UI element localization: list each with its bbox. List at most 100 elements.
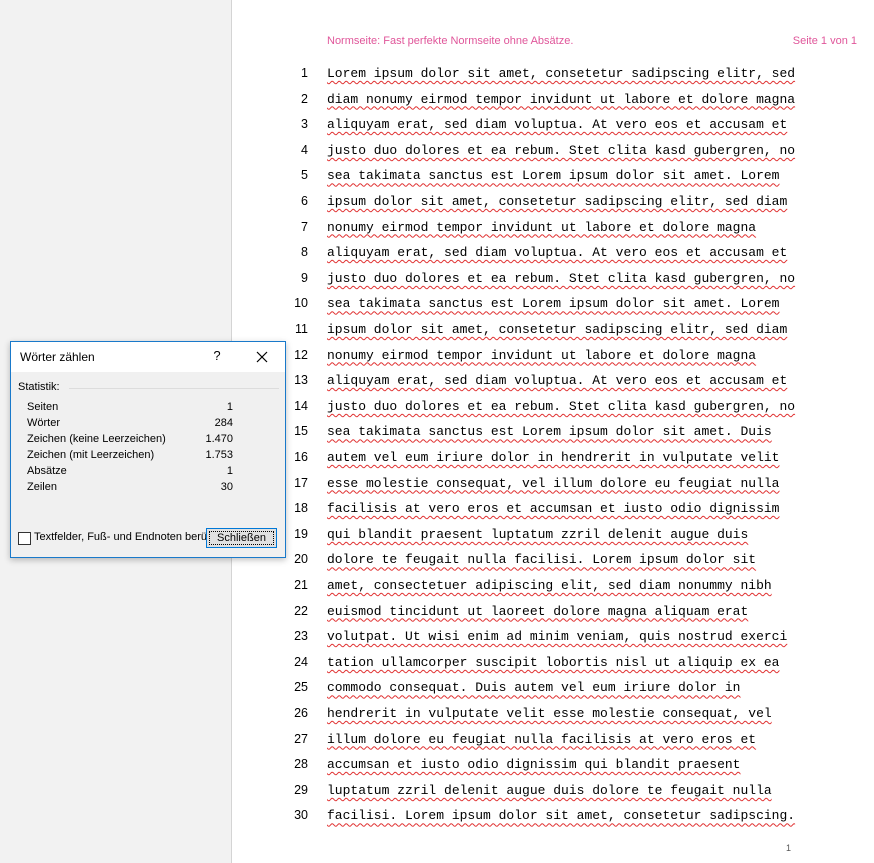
document-line[interactable]: 12 nonumy eirmod tempor invidunt ut labor… xyxy=(232,348,874,374)
line-text[interactable]: volutpat. Ut wisi enim ad minim veniam, … xyxy=(327,629,787,644)
page-header-title: Normseite: Fast perfekte Normseite ohne … xyxy=(327,35,574,47)
line-text[interactable]: Lorem ipsum dolor sit amet, consetetur s… xyxy=(327,66,795,81)
line-text[interactable]: diam nonumy eirmod tempor invidunt ut la… xyxy=(327,92,795,107)
document-line[interactable]: 9 justo duo dolores et ea rebum. Stet cli… xyxy=(232,271,874,297)
stat-value-paragraphs: 1 xyxy=(226,465,233,477)
document-line[interactable]: 20 dolore te feugait nulla facilisi. Lore… xyxy=(232,552,874,578)
line-number: 24 xyxy=(294,654,308,669)
line-text[interactable]: aliquyam erat, sed diam voluptua. At ver… xyxy=(327,117,787,132)
group-divider xyxy=(69,388,279,389)
document-line[interactable]: 17 esse molestie consequat, vel illum dol… xyxy=(232,476,874,502)
line-number: 28 xyxy=(294,757,308,772)
dialog-titlebar[interactable]: Wörter zählen ? xyxy=(11,342,285,372)
statistics-group-label: Statistik: xyxy=(18,381,60,393)
line-text[interactable]: nonumy eirmod tempor invidunt ut labore … xyxy=(327,348,756,363)
line-number: 8 xyxy=(301,245,308,260)
close-button[interactable]: Schließen xyxy=(206,528,277,548)
word-count-dialog: Wörter zählen ? Statistik: Seiten 1 Wört… xyxy=(10,341,286,558)
line-text[interactable]: accumsan et iusto odio dignissim qui bla… xyxy=(327,757,740,772)
document-line[interactable]: 14 justo duo dolores et ea rebum. Stet cl… xyxy=(232,399,874,425)
stat-value-lines: 30 xyxy=(220,481,233,493)
help-button[interactable]: ? xyxy=(208,348,226,366)
include-textboxes-checkbox[interactable] xyxy=(18,532,31,545)
document-line[interactable]: 15 sea takimata sanctus est Lorem ipsum d… xyxy=(232,424,874,450)
document-line[interactable]: 24 tation ullamcorper suscipit lobortis n… xyxy=(232,655,874,681)
document-line[interactable]: 8 aliquyam erat, sed diam voluptua. At ve… xyxy=(232,245,874,271)
document-line[interactable]: 19 qui blandit praesent luptatum zzril de… xyxy=(232,527,874,553)
document-line[interactable]: 1 Lorem ipsum dolor sit amet, consetetur … xyxy=(232,66,874,92)
document-line[interactable]: 21 amet, consectetuer adipiscing elit, se… xyxy=(232,578,874,604)
document-line[interactable]: 26 hendrerit in vulputate velit esse mole… xyxy=(232,706,874,732)
line-text[interactable]: ipsum dolor sit amet, consetetur sadipsc… xyxy=(327,322,787,337)
line-number: 11 xyxy=(295,322,308,336)
line-text[interactable]: justo duo dolores et ea rebum. Stet clit… xyxy=(327,399,795,414)
line-number: 6 xyxy=(301,194,308,208)
document-line[interactable]: 10 sea takimata sanctus est Lorem ipsum d… xyxy=(232,296,874,322)
document-line[interactable]: 28 accumsan et iusto odio dignissim qui b… xyxy=(232,757,874,783)
line-text[interactable]: autem vel eum iriure dolor in hendrerit … xyxy=(327,450,779,465)
line-text[interactable]: tation ullamcorper suscipit lobortis nis… xyxy=(327,655,779,670)
close-icon[interactable] xyxy=(251,346,273,368)
stat-value-words: 284 xyxy=(214,417,233,429)
document-page[interactable]: Normseite: Fast perfekte Normseite ohne … xyxy=(231,0,874,863)
line-text[interactable]: facilisis at vero eros et accumsan et iu… xyxy=(327,501,779,516)
line-number: 10 xyxy=(294,296,308,311)
line-text[interactable]: justo duo dolores et ea rebum. Stet clit… xyxy=(327,271,795,286)
document-line[interactable]: 29 luptatum zzril delenit augue duis dolo… xyxy=(232,783,874,809)
line-text[interactable]: ipsum dolor sit amet, consetetur sadipsc… xyxy=(327,194,787,209)
document-line[interactable]: 25 commodo consequat. Duis autem vel eum … xyxy=(232,680,874,706)
document-line[interactable]: 6 ipsum dolor sit amet, consetetur sadips… xyxy=(232,194,874,220)
document-line[interactable]: 3 aliquyam erat, sed diam voluptua. At ve… xyxy=(232,117,874,143)
line-text[interactable]: justo duo dolores et ea rebum. Stet clit… xyxy=(327,143,795,158)
line-text[interactable]: illum dolore eu feugiat nulla facilisis … xyxy=(327,732,756,747)
line-number: 22 xyxy=(294,603,308,618)
line-text[interactable]: sea takimata sanctus est Lorem ipsum dol… xyxy=(327,296,779,311)
document-line[interactable]: 27 illum dolore eu feugiat nulla facilisi… xyxy=(232,732,874,758)
line-text[interactable]: euismod tincidunt ut laoreet dolore magn… xyxy=(327,604,748,619)
line-number: 3 xyxy=(301,117,308,132)
document-line[interactable]: 2 diam nonumy eirmod tempor invidunt ut l… xyxy=(232,92,874,118)
document-line[interactable]: 5 sea takimata sanctus est Lorem ipsum do… xyxy=(232,168,874,194)
line-text[interactable]: aliquyam erat, sed diam voluptua. At ver… xyxy=(327,373,787,388)
line-text[interactable]: qui blandit praesent luptatum zzril dele… xyxy=(327,527,748,542)
line-text[interactable]: aliquyam erat, sed diam voluptua. At ver… xyxy=(327,245,787,260)
stat-label-pages: Seiten xyxy=(27,401,59,413)
line-text[interactable]: hendrerit in vulputate velit esse molest… xyxy=(327,706,772,721)
page-header-page-count: Seite 1 von 1 xyxy=(792,35,857,47)
line-number: 26 xyxy=(294,706,308,720)
document-line[interactable]: 11 ipsum dolor sit amet, consetetur sadip… xyxy=(232,322,874,348)
document-line[interactable]: 4 justo duo dolores et ea rebum. Stet cli… xyxy=(232,143,874,169)
line-text[interactable]: luptatum zzril delenit augue duis dolore… xyxy=(327,783,772,798)
document-line[interactable]: 30 facilisi. Lorem ipsum dolor sit amet, … xyxy=(232,808,874,834)
line-number: 27 xyxy=(294,731,308,746)
line-text[interactable]: sea takimata sanctus est Lorem ipsum dol… xyxy=(327,168,779,183)
line-text[interactable]: facilisi. Lorem ipsum dolor sit amet, co… xyxy=(327,808,795,823)
dialog-title: Wörter zählen xyxy=(20,350,95,364)
line-number: 23 xyxy=(294,629,308,644)
line-number: 21 xyxy=(294,578,308,592)
stat-label-words: Wörter xyxy=(27,417,60,429)
document-line[interactable]: 13 aliquyam erat, sed diam voluptua. At v… xyxy=(232,373,874,399)
document-line[interactable]: 18 facilisis at vero eros et accumsan et … xyxy=(232,501,874,527)
document-line[interactable]: 16 autem vel eum iriure dolor in hendreri… xyxy=(232,450,874,476)
line-number: 7 xyxy=(301,219,308,234)
document-line[interactable]: 7 nonumy eirmod tempor invidunt ut labore… xyxy=(232,220,874,246)
stat-value-pages: 1 xyxy=(226,401,233,413)
stat-value-chars-no-spaces: 1.470 xyxy=(205,433,233,445)
page-footer-number: 1 xyxy=(786,843,792,853)
line-text[interactable]: amet, consectetuer adipiscing elit, sed … xyxy=(327,578,772,593)
line-number: 9 xyxy=(301,270,308,285)
line-text[interactable]: esse molestie consequat, vel illum dolor… xyxy=(327,476,779,491)
line-text[interactable]: dolore te feugait nulla facilisi. Lorem … xyxy=(327,552,756,567)
line-number: 4 xyxy=(301,142,308,157)
line-number: 5 xyxy=(301,168,308,183)
line-text[interactable]: commodo consequat. Duis autem vel eum ir… xyxy=(327,680,740,695)
line-number: 29 xyxy=(294,782,308,797)
line-text[interactable]: nonumy eirmod tempor invidunt ut labore … xyxy=(327,220,756,235)
document-line[interactable]: 22 euismod tincidunt ut laoreet dolore ma… xyxy=(232,604,874,630)
stat-label-lines: Zeilen xyxy=(27,481,57,493)
document-line[interactable]: 23 volutpat. Ut wisi enim ad minim veniam… xyxy=(232,629,874,655)
stat-label-chars-with-spaces: Zeichen (mit Leerzeichen) xyxy=(27,449,155,461)
line-number: 25 xyxy=(294,680,308,695)
line-text[interactable]: sea takimata sanctus est Lorem ipsum dol… xyxy=(327,424,772,439)
